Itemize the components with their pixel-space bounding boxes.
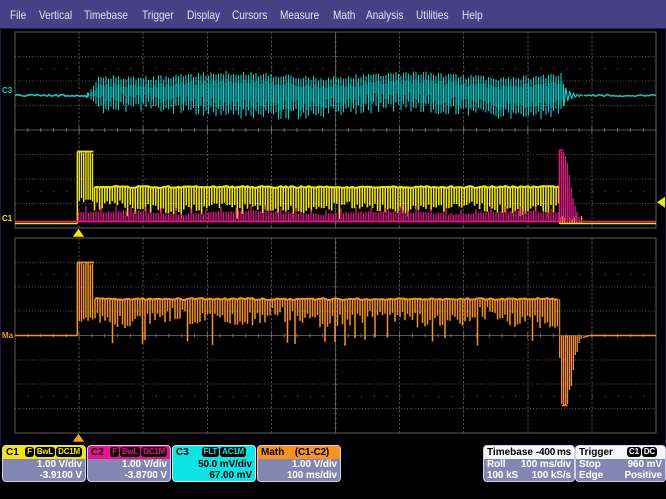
svg-text:C3: C3 bbox=[2, 86, 13, 95]
svg-text:Ma: Ma bbox=[2, 331, 14, 340]
svg-text:C1: C1 bbox=[2, 214, 13, 223]
